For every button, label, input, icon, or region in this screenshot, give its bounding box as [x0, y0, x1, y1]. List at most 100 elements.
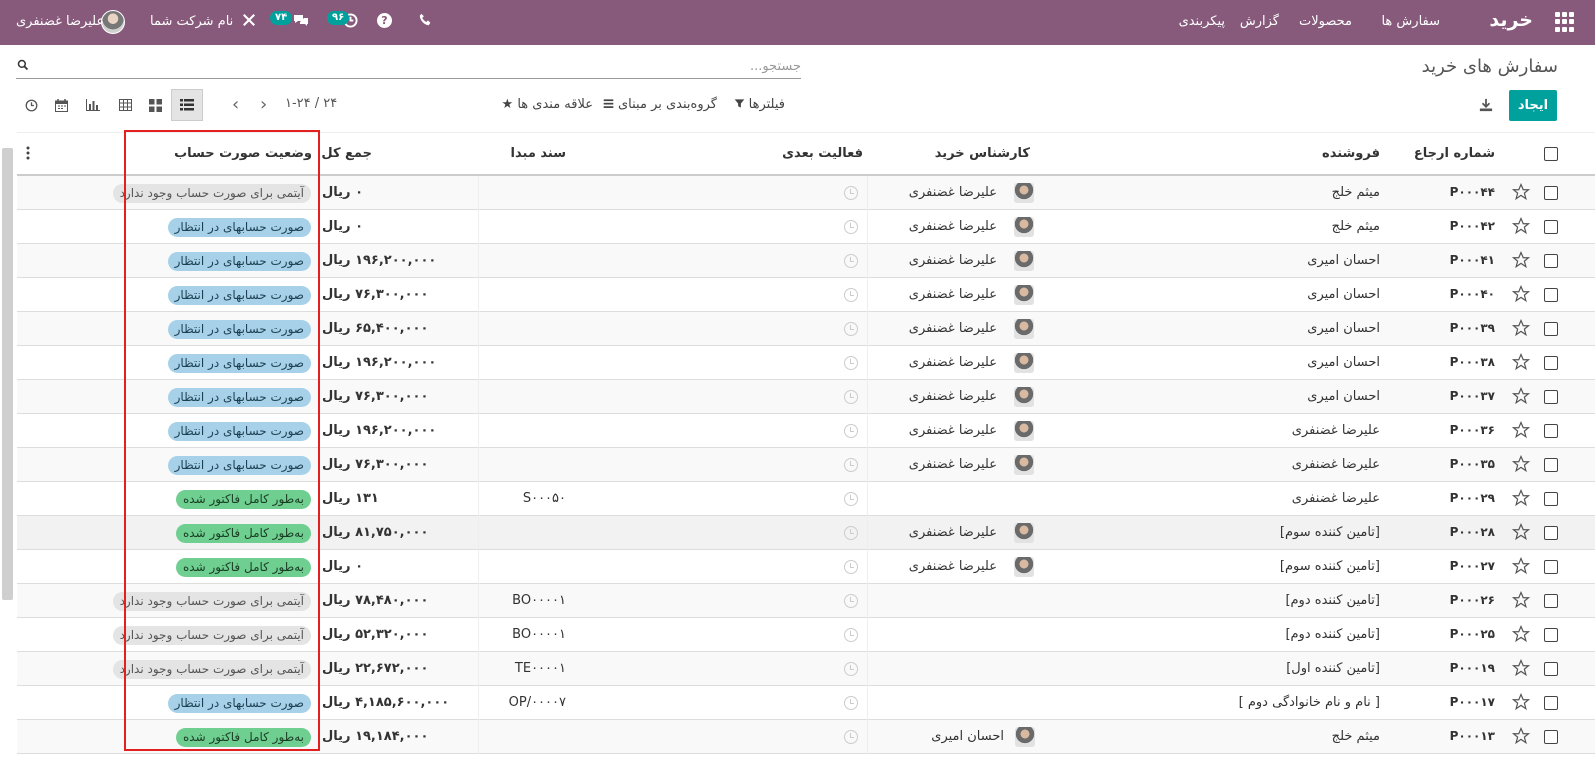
table-row[interactable]: P۰۰۰۱۹ [تامین کننده اول] TE۰۰۰۰۱ ۲۲,۶۷۲,۰۰۰…: [17, 652, 1595, 686]
calendar-view-button[interactable]: [45, 89, 77, 121]
table-row[interactable]: P۰۰۰۴۴ میثم خلج علیرضا غضنفری ۰ ریال آیتمی ب…: [17, 176, 1595, 210]
row-checkbox[interactable]: [1544, 424, 1558, 438]
menu-orders[interactable]: سفارش ها: [1381, 14, 1440, 29]
table-row[interactable]: P۰۰۰۳۹ احسان امیری علیرضا غضنفری ۶۵,۴۰۰,۰۰۰…: [17, 312, 1595, 346]
search-icon[interactable]: [17, 59, 29, 71]
column-header-buyer[interactable]: کارشناس خرید: [935, 146, 1030, 161]
table-row[interactable]: P۰۰۰۱۳ میثم خلج احسان امیری ۱۹,۱۸۴,۰۰۰ ریال…: [17, 720, 1595, 754]
graph-view-button[interactable]: [77, 89, 109, 121]
menu-products[interactable]: محصولات: [1299, 14, 1352, 29]
pager-value[interactable]: ۱-۲۴ / ۲۴: [285, 96, 337, 111]
table-row[interactable]: P۰۰۰۲۷ [تامین کننده سوم] علیرضا غضنفری ۰ ری…: [17, 550, 1595, 584]
groupby-dropdown[interactable]: گروه‌بندی بر مبنای: [603, 97, 717, 112]
row-checkbox[interactable]: [1544, 322, 1558, 336]
debug-tools-icon[interactable]: [242, 13, 256, 31]
table-row[interactable]: P۰۰۰۴۰ احسان امیری علیرضا غضنفری ۷۶,۳۰۰,۰۰۰…: [17, 278, 1595, 312]
row-checkbox[interactable]: [1544, 628, 1558, 642]
priority-star-icon[interactable]: [1512, 353, 1530, 371]
table-row[interactable]: P۰۰۰۳۸ احسان امیری علیرضا غضنفری ۱۹۶,۲۰۰,۰۰…: [17, 346, 1595, 380]
search-input[interactable]: [41, 55, 801, 77]
row-checkbox[interactable]: [1544, 696, 1558, 710]
table-row[interactable]: P۰۰۰۳۶ علیرضا غضنفری علیرضا غضنفری ۱۹۶,۲۰۰,…: [17, 414, 1595, 448]
activity-clock-icon[interactable]: [844, 356, 858, 370]
row-checkbox[interactable]: [1544, 492, 1558, 506]
select-all-checkbox[interactable]: [1544, 147, 1558, 161]
row-checkbox[interactable]: [1544, 594, 1558, 608]
table-row[interactable]: P۰۰۰۳۷ احسان امیری علیرضا غضنفری ۷۶,۳۰۰,۰۰۰…: [17, 380, 1595, 414]
priority-star-icon[interactable]: [1512, 251, 1530, 269]
row-checkbox[interactable]: [1544, 662, 1558, 676]
chat-icon[interactable]: [293, 13, 309, 32]
favorites-dropdown[interactable]: ★ علاقه مندی ها: [502, 97, 593, 112]
column-header-total[interactable]: جمع کل: [321, 146, 372, 161]
list-view-button[interactable]: [171, 89, 203, 121]
priority-star-icon[interactable]: [1512, 659, 1530, 677]
user-avatar[interactable]: [101, 10, 125, 34]
create-button[interactable]: ایجاد: [1509, 90, 1557, 121]
column-header-reference[interactable]: شماره ارجاع: [1414, 146, 1495, 161]
download-icon[interactable]: [1479, 98, 1493, 112]
table-row[interactable]: P۰۰۰۳۵ علیرضا غضنفری علیرضا غضنفری ۷۶,۳۰۰,۰…: [17, 448, 1595, 482]
activity-clock-icon[interactable]: [844, 628, 858, 642]
activity-clock-icon[interactable]: [844, 594, 858, 608]
table-row[interactable]: P۰۰۰۱۷ [ نام و نام خانوادگی دوم ] OP/۰۰۰۰۷…: [17, 686, 1595, 720]
optional-columns-icon[interactable]: [26, 146, 30, 160]
activity-clock-icon[interactable]: [844, 254, 858, 268]
column-header-source-document[interactable]: سند مبدا: [511, 146, 566, 161]
help-icon[interactable]: ?: [377, 13, 392, 28]
activity-clock-icon[interactable]: [844, 186, 858, 200]
column-header-vendor[interactable]: فروشنده: [1322, 146, 1380, 161]
priority-star-icon[interactable]: [1512, 217, 1530, 235]
activity-clock-icon[interactable]: [844, 220, 858, 234]
row-checkbox[interactable]: [1544, 220, 1558, 234]
activity-clock-icon[interactable]: [844, 662, 858, 676]
activity-clock-icon[interactable]: [844, 526, 858, 540]
table-row[interactable]: P۰۰۰۲۹ علیرضا غضنفری S۰۰۰۵۰ ۱۳۱ ریال به‌طور …: [17, 482, 1595, 516]
table-row[interactable]: P۰۰۰۴۱ احسان امیری علیرضا غضنفری ۱۹۶,۲۰۰,۰۰…: [17, 244, 1595, 278]
row-checkbox[interactable]: [1544, 390, 1558, 404]
activity-clock-icon[interactable]: [844, 424, 858, 438]
activity-clock-icon[interactable]: [844, 322, 858, 336]
row-checkbox[interactable]: [1544, 560, 1558, 574]
phone-icon[interactable]: [419, 13, 432, 30]
priority-star-icon[interactable]: [1512, 523, 1530, 541]
activity-clock-icon[interactable]: [844, 730, 858, 744]
table-row[interactable]: P۰۰۰۲۶ [تامین کننده دوم] BO۰۰۰۰۱ ۷۸,۴۸۰,۰۰۰…: [17, 584, 1595, 618]
menu-reporting[interactable]: گزارش: [1240, 14, 1279, 29]
row-checkbox[interactable]: [1544, 288, 1558, 302]
priority-star-icon[interactable]: [1512, 727, 1530, 745]
activity-clock-icon[interactable]: [844, 288, 858, 302]
priority-star-icon[interactable]: [1512, 183, 1530, 201]
user-menu[interactable]: علیرضا غضنفری: [16, 14, 104, 29]
activity-clock-icon[interactable]: [844, 390, 858, 404]
priority-star-icon[interactable]: [1512, 387, 1530, 405]
row-checkbox[interactable]: [1544, 526, 1558, 540]
row-checkbox[interactable]: [1544, 254, 1558, 268]
company-switcher[interactable]: نام شرکت شما: [150, 14, 233, 29]
menu-configuration[interactable]: پیکربندی: [1179, 14, 1225, 29]
priority-star-icon[interactable]: [1512, 319, 1530, 337]
pager-next-icon[interactable]: ›: [260, 96, 267, 114]
apps-menu-icon[interactable]: [1555, 12, 1575, 32]
filters-dropdown[interactable]: فیلترها: [734, 97, 785, 112]
priority-star-icon[interactable]: [1512, 421, 1530, 439]
priority-star-icon[interactable]: [1512, 693, 1530, 711]
priority-star-icon[interactable]: [1512, 625, 1530, 643]
activity-clock-icon[interactable]: [844, 492, 858, 506]
table-row[interactable]: P۰۰۰۲۸ [تامین کننده سوم] علیرضا غضنفری ۸۱,۷…: [17, 516, 1595, 550]
row-checkbox[interactable]: [1544, 730, 1558, 744]
priority-star-icon[interactable]: [1512, 489, 1530, 507]
priority-star-icon[interactable]: [1512, 455, 1530, 473]
pivot-view-button[interactable]: [109, 89, 141, 121]
column-header-next-activity[interactable]: فعالیت بعدی: [782, 146, 863, 161]
pager-previous-icon[interactable]: ‹: [232, 96, 239, 114]
activity-clock-icon[interactable]: [844, 696, 858, 710]
priority-star-icon[interactable]: [1512, 591, 1530, 609]
priority-star-icon[interactable]: [1512, 285, 1530, 303]
app-brand[interactable]: خرید: [1489, 9, 1533, 31]
row-checkbox[interactable]: [1544, 186, 1558, 200]
column-header-invoice-status[interactable]: وضعیت صورت حساب: [174, 146, 312, 161]
row-checkbox[interactable]: [1544, 458, 1558, 472]
activity-clock-icon[interactable]: [844, 458, 858, 472]
priority-star-icon[interactable]: [1512, 557, 1530, 575]
